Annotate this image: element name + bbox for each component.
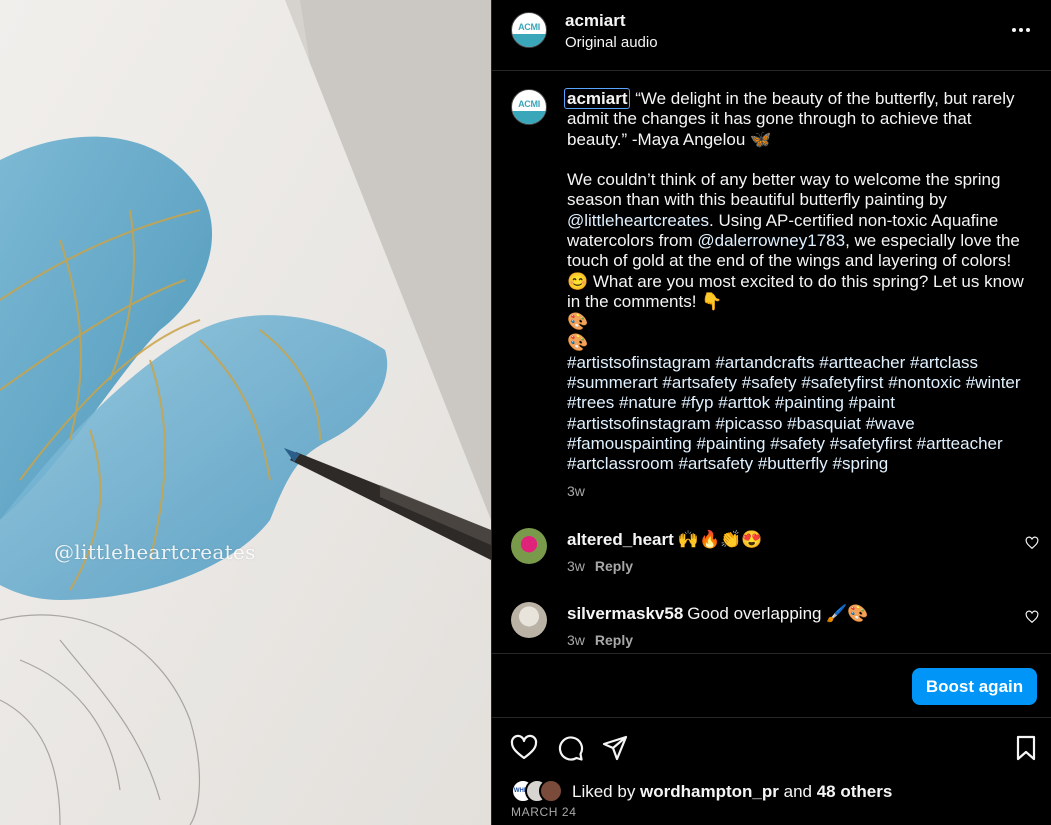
liker-avatar[interactable]	[539, 779, 563, 803]
caption-timestamp[interactable]: 3w	[567, 483, 585, 499]
share-icon[interactable]	[601, 734, 629, 762]
caption-hashtags[interactable]: #artistsofinstagram #artandcrafts #artte…	[567, 353, 1027, 475]
mention-link[interactable]: @littleheartcreates	[567, 211, 709, 230]
post-date[interactable]: MARCH 24	[511, 805, 576, 819]
comment-time[interactable]: 3w	[567, 558, 585, 574]
author-username[interactable]: acmiart	[565, 11, 625, 31]
caption-username[interactable]: acmiart	[564, 88, 631, 109]
post-header: ACMI acmiart Original audio	[492, 0, 1051, 71]
caption-emoji: 🎨	[567, 332, 589, 352]
caption-line1: “We delight in the beauty of the butterf…	[567, 89, 1015, 149]
comment-meta: 3w Reply	[567, 558, 633, 574]
comments-scroll-area[interactable]: ACMI acmiart “We delight in the beauty o…	[492, 71, 1051, 653]
reply-button[interactable]: Reply	[595, 632, 633, 648]
comment-time[interactable]: 3w	[567, 632, 585, 648]
comment-username[interactable]: altered_heart 🙌🔥👏😍	[567, 530, 762, 550]
caption-body: We couldn’t think of any better way to w…	[567, 170, 1024, 311]
author-avatar[interactable]: ACMI	[511, 12, 547, 48]
bookmark-icon[interactable]	[1012, 734, 1040, 762]
like-comment-heart-icon[interactable]	[1025, 536, 1039, 550]
media-watermark: @littleheartcreates	[54, 540, 256, 564]
commenter-avatar[interactable]	[511, 602, 547, 638]
heart-icon[interactable]	[510, 734, 538, 762]
comment-item: silvermaskv58 Good overlapping 🖌️🎨 3w Repl…	[492, 602, 1051, 653]
liker-avatars[interactable]: WHPR	[511, 779, 571, 803]
caption-emoji: 🎨	[567, 312, 589, 332]
post-media[interactable]: @littleheartcreates	[0, 0, 491, 825]
comment-item: altered_heart 🙌🔥👏😍 3w Reply	[492, 528, 1051, 588]
like-comment-heart-icon[interactable]	[1025, 610, 1039, 624]
post-caption: acmiart “We delight in the beauty of the…	[564, 88, 1027, 475]
post-actions	[492, 730, 1051, 766]
boost-row: Boost again	[492, 653, 1051, 718]
post-panel: ACMI acmiart Original audio ACMI acmiart…	[491, 0, 1051, 825]
caption-quote: acmiart “We delight in the beauty of the…	[564, 88, 1027, 150]
mention-link[interactable]: @dalerrowney1783	[697, 231, 845, 250]
reply-button[interactable]: Reply	[595, 558, 633, 574]
liked-by-text: Liked by wordhampton_pr and 48 others	[572, 782, 893, 801]
boost-again-button[interactable]: Boost again	[912, 668, 1037, 705]
butterfly-painting-image	[0, 0, 491, 825]
comment-text: Good overlapping 🖌️🎨	[687, 604, 869, 623]
comment-text: 🙌🔥👏😍	[677, 530, 763, 549]
more-options-icon[interactable]	[1012, 22, 1036, 38]
others-link[interactable]: 48 others	[817, 782, 893, 801]
commenter-avatar[interactable]	[511, 528, 547, 564]
comment-meta: 3w Reply	[567, 632, 633, 648]
comment-icon[interactable]	[556, 734, 584, 762]
audio-label[interactable]: Original audio	[565, 34, 658, 51]
caption-avatar[interactable]: ACMI	[511, 89, 547, 125]
liker-username[interactable]: wordhampton_pr	[640, 782, 779, 801]
comment-username[interactable]: silvermaskv58 Good overlapping 🖌️🎨	[567, 604, 869, 624]
